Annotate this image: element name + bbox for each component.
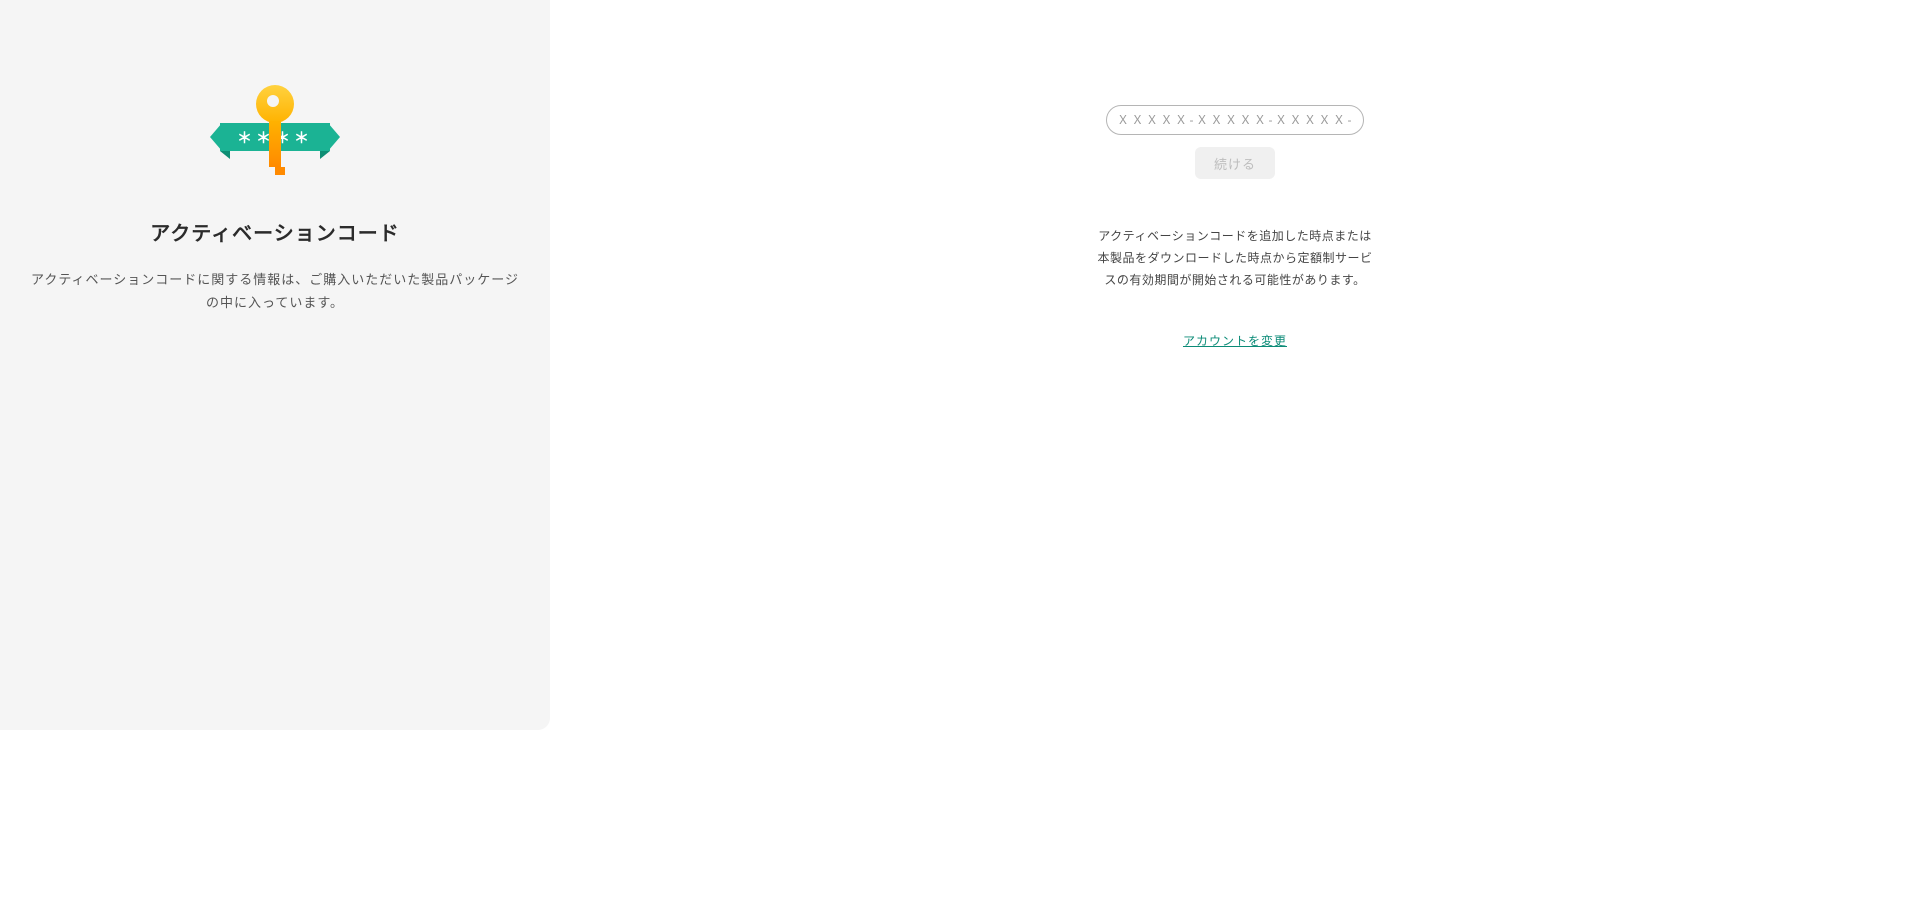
activation-screen: ＊＊＊＊ アクティベーションコード アクティベーションコードに関する情報は、ご購… [0, 0, 1920, 924]
activation-code-input[interactable] [1106, 105, 1364, 135]
form-panel: 続ける アクティベーションコードを追加した時点または本製品をダウンロードした時点… [550, 0, 1920, 924]
panel-title: アクティベーションコード [150, 217, 399, 246]
panel-description: アクティベーションコードに関する情報は、ご購入いただいた製品パッケージ の中に入… [21, 268, 529, 315]
key-shaft-icon [269, 121, 281, 167]
key-head-icon [256, 85, 294, 123]
change-account-link[interactable]: アカウントを変更 [1183, 332, 1287, 349]
continue-button[interactable]: 続ける [1195, 147, 1275, 179]
validity-notice: アクティベーションコードを追加した時点または本製品をダウンロードした時点から定額… [1095, 225, 1375, 292]
activation-key-icon: ＊＊＊＊ [220, 85, 330, 175]
info-panel: ＊＊＊＊ アクティベーションコード アクティベーションコードに関する情報は、ご購… [0, 0, 550, 730]
key-bit-icon [275, 167, 285, 175]
